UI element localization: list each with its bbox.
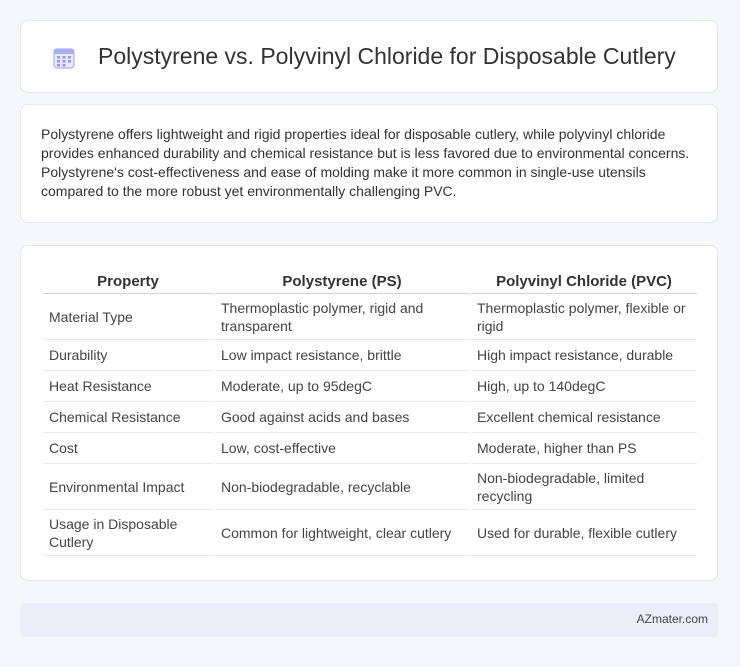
footer-site-link[interactable]: AZmater.com [637,612,708,626]
pvc-cell: Moderate, higher than PS [471,433,697,464]
ps-cell: Non-biodegradable, recyclable [215,464,469,510]
property-cell: Durability [43,340,213,371]
title-card: Polystyrene vs. Polyvinyl Chloride for D… [20,20,718,93]
table-row: Usage in Disposable Cutlery Common for l… [43,510,697,556]
pvc-cell: Excellent chemical resistance [471,402,697,433]
pvc-cell: Thermoplastic polymer, flexible or rigid [471,294,697,340]
pvc-cell: Non-biodegradable, limited recycling [471,464,697,510]
ps-cell: Low, cost-effective [215,433,469,464]
header-polystyrene: Polystyrene (PS) [215,266,469,294]
table-row: Chemical Resistance Good against acids a… [43,402,697,433]
intro-paragraph: Polystyrene offers lightweight and rigid… [41,126,690,199]
ps-cell: Good against acids and bases [215,402,469,433]
comparison-table: Property Polystyrene (PS) Polyvinyl Chlo… [41,266,699,556]
ps-cell: Common for lightweight, clear cutlery [215,510,469,556]
pvc-cell: High, up to 140degC [471,371,697,402]
property-cell: Material Type [43,294,213,340]
table-row: Durability Low impact resistance, brittl… [43,340,697,371]
ps-cell: Low impact resistance, brittle [215,340,469,371]
header-pvc: Polyvinyl Chloride (PVC) [471,266,697,294]
ps-cell: Moderate, up to 95degC [215,371,469,402]
table-row: Cost Low, cost-effective Moderate, highe… [43,433,697,464]
intro-card: Polystyrene offers lightweight and rigid… [20,104,718,223]
table-header-row: Property Polystyrene (PS) Polyvinyl Chlo… [43,266,697,294]
property-cell: Usage in Disposable Cutlery [43,510,213,556]
table-row: Heat Resistance Moderate, up to 95degC H… [43,371,697,402]
pvc-cell: Used for durable, flexible cutlery [471,510,697,556]
property-cell: Cost [43,433,213,464]
page-title: Polystyrene vs. Polyvinyl Chloride for D… [98,43,676,69]
property-cell: Heat Resistance [43,371,213,402]
ps-cell: Thermoplastic polymer, rigid and transpa… [215,294,469,340]
calendar-grid-icon [53,48,75,69]
footer-bar: AZmater.com [20,603,718,637]
property-cell: Environmental Impact [43,464,213,510]
property-cell: Chemical Resistance [43,402,213,433]
table-row: Environmental Impact Non-biodegradable, … [43,464,697,510]
pvc-cell: High impact resistance, durable [471,340,697,371]
table-row: Material Type Thermoplastic polymer, rig… [43,294,697,340]
header-property: Property [43,266,213,294]
comparison-table-card: Property Polystyrene (PS) Polyvinyl Chlo… [20,245,718,581]
